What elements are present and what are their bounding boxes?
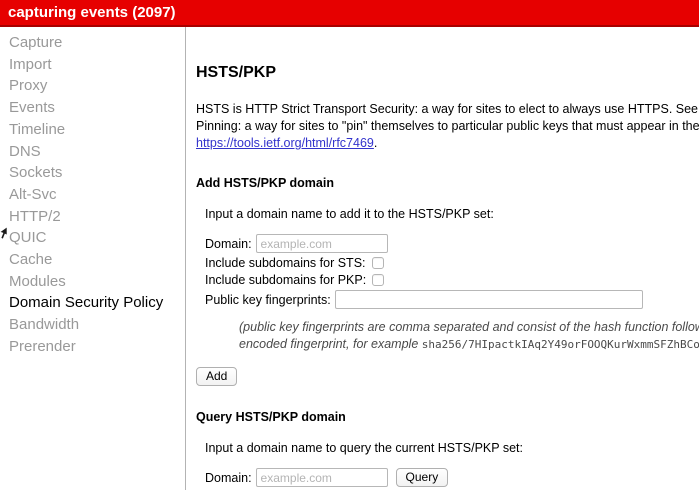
pkp-subdomains-label: Include subdomains for PKP: (205, 273, 367, 287)
fingerprints-label: Public key fingerprints: (205, 292, 331, 307)
sidebar-item-quic[interactable]: QUIC (0, 227, 185, 249)
add-hsts-pkp-heading: Add HSTS/PKP domain (196, 176, 334, 190)
sidebar-item-import[interactable]: Import (0, 54, 185, 76)
sidebar-item-sockets[interactable]: Sockets (0, 162, 185, 184)
query-domain-label: Domain: (205, 470, 252, 485)
pkp-subdomains-checkbox[interactable] (372, 274, 385, 286)
fingerprints-note: (public key fingerprints are comma separ… (239, 319, 699, 353)
note-line-2-example-fingerprint: sha256/7HIpactkIAq2Y49orFOOQKurWxmmSFZhB… (421, 338, 699, 351)
add-instruction: Input a domain name to add it to the HST… (205, 207, 494, 221)
sidebar-item-domain-security-policy[interactable]: Domain Security Policy (0, 292, 185, 314)
capture-status-bar[interactable]: capturing events (2097) (0, 0, 699, 27)
domain-security-policy-panel: HSTS/PKP HSTS is HTTP Strict Transport S… (186, 27, 699, 490)
sidebar-item-http2[interactable]: HTTP/2 (0, 206, 185, 228)
add-domain-input[interactable] (255, 234, 388, 253)
query-domain-row: Domain: Query (205, 468, 699, 487)
fingerprints-input[interactable] (334, 290, 643, 309)
intro-line-2: Pinning: a way for sites to "pin" themse… (196, 118, 699, 135)
add-form: Domain: Include subdomains for STS: Incl… (205, 234, 699, 309)
sidebar-item-events[interactable]: Events (0, 97, 185, 119)
sts-subdomains-checkbox[interactable] (371, 257, 384, 269)
add-button-row: Add (196, 367, 699, 386)
hsts-intro-paragraph: HSTS is HTTP Strict Transport Security: … (196, 101, 699, 152)
sidebar-item-prerender[interactable]: Prerender (0, 336, 185, 358)
add-button[interactable]: Add (196, 367, 238, 386)
mouse-cursor-icon (0, 226, 8, 240)
query-instruction: Input a domain name to query the current… (205, 441, 523, 455)
sidebar-item-dns[interactable]: DNS (0, 141, 185, 163)
sts-subdomains-row: Include subdomains for STS: (205, 256, 699, 270)
add-domain-row: Domain: (205, 234, 699, 253)
page-layout: Capture Import Proxy Events Timeline DNS… (0, 27, 699, 490)
note-line-2-text: encoded fingerprint, for example (239, 337, 422, 351)
sidebar: Capture Import Proxy Events Timeline DNS… (0, 27, 186, 490)
note-line-1: (public key fingerprints are comma separ… (239, 320, 699, 334)
sidebar-item-proxy[interactable]: Proxy (0, 75, 185, 97)
intro-line-3-suffix: . (373, 136, 378, 150)
rfc7469-link[interactable]: https://tools.ietf.org/html/rfc7469 (196, 136, 374, 150)
add-section-body: Input a domain name to add it to the HST… (205, 207, 699, 353)
sidebar-item-bandwidth[interactable]: Bandwidth (0, 314, 185, 336)
sidebar-item-capture[interactable]: Capture (0, 32, 185, 54)
sidebar-item-cache[interactable]: Cache (0, 249, 185, 271)
sts-subdomains-label: Include subdomains for STS: (205, 256, 366, 270)
query-form: Domain: Query (205, 468, 699, 487)
pkp-subdomains-row: Include subdomains for PKP: (205, 273, 699, 287)
query-section-body: Input a domain name to query the current… (205, 441, 699, 487)
intro-line-3: https://tools.ietf.org/html/rfc7469. (196, 135, 699, 152)
sidebar-item-modules[interactable]: Modules (0, 271, 185, 293)
query-button[interactable]: Query (395, 468, 449, 487)
intro-line-2-text: Pinning: a way for sites to "pin" themse… (196, 119, 699, 133)
sidebar-item-alt-svc[interactable]: Alt-Svc (0, 184, 185, 206)
note-line-2: encoded fingerprint, for example sha256/… (239, 336, 699, 353)
intro-line-1: HSTS is HTTP Strict Transport Security: … (196, 101, 699, 118)
add-domain-label: Domain: (205, 236, 252, 251)
query-domain-input[interactable] (255, 468, 388, 487)
intro-line-1-text: HSTS is HTTP Strict Transport Security: … (196, 102, 699, 116)
fingerprints-row: Public key fingerprints: (205, 290, 699, 309)
query-hsts-pkp-heading: Query HSTS/PKP domain (196, 410, 346, 424)
sidebar-item-timeline[interactable]: Timeline (0, 119, 185, 141)
hsts-pkp-heading: HSTS/PKP (196, 64, 277, 81)
